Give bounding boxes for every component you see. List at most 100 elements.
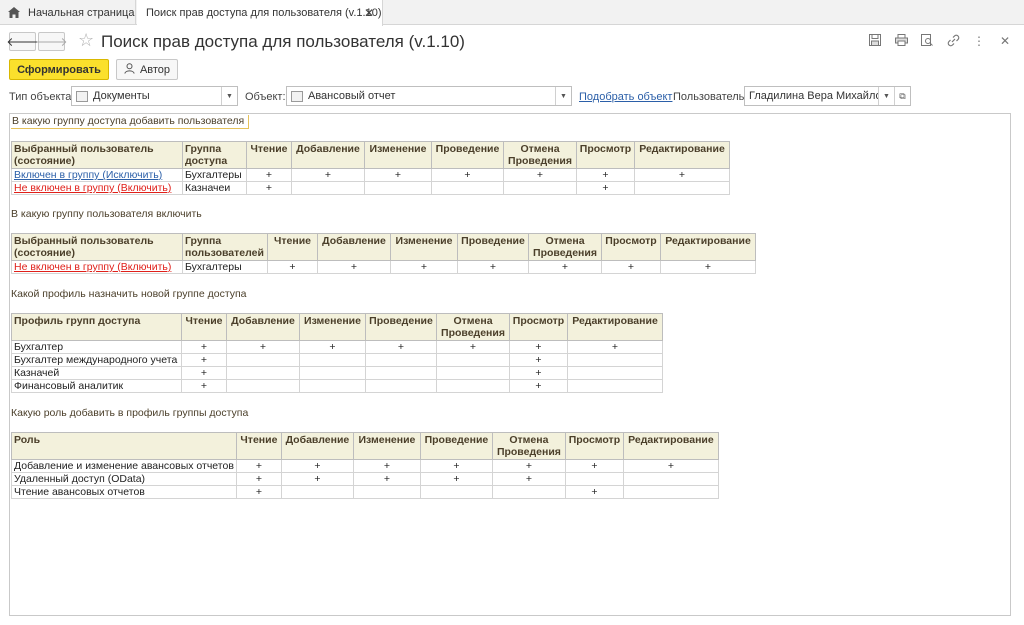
table-cell: +	[317, 260, 391, 274]
table-cell: +	[267, 260, 318, 274]
object-field[interactable]: Авансовый отчет ▼	[286, 86, 572, 106]
chevron-down-icon[interactable]: ▼	[221, 87, 237, 105]
favorite-star-icon[interactable]: ☆	[78, 30, 94, 51]
table-cell	[352, 485, 421, 499]
table-cell: +	[235, 459, 282, 473]
close-tab-icon[interactable]: ✕	[364, 6, 374, 20]
forward-button[interactable]: 🡒	[35, 32, 68, 51]
table-cell: +	[601, 260, 661, 274]
pick-object-link[interactable]: Подобрать объект	[579, 91, 672, 103]
column-header: Чтение	[181, 313, 227, 341]
column-header: Просмотр	[564, 432, 624, 460]
table-cell	[419, 485, 493, 499]
table-cell: +	[390, 260, 458, 274]
table-cell	[299, 353, 366, 367]
chevron-down-icon[interactable]: ▼	[878, 87, 894, 105]
user-field[interactable]: Гладилина Вера Михайлов ▼ ⧉	[744, 86, 911, 106]
table-row: Не включен в группу (Включить) Бухгалтер…	[11, 260, 756, 274]
column-header: Отмена Проведения	[436, 313, 510, 341]
column-header: Добавление	[291, 141, 365, 169]
table-cell: Бухгалтер международного учета	[11, 353, 182, 367]
section-title: В какую группу пользователя включить	[11, 208, 202, 220]
user-label: Пользователь:	[673, 91, 748, 103]
column-header: Отмена Проведения	[528, 233, 602, 261]
object-type-value: Документы	[93, 90, 150, 102]
link-icon[interactable]	[946, 34, 960, 48]
column-header: Выбранный пользователь (состояние)	[11, 141, 183, 169]
column-header: Изменение	[364, 141, 432, 169]
column-header: Редактирование	[622, 432, 719, 460]
print-icon[interactable]	[894, 34, 908, 48]
preview-icon[interactable]	[920, 34, 934, 48]
table-cell: Удаленный доступ (OData)	[11, 472, 237, 486]
table-cell	[226, 353, 300, 367]
table-row: Добавление и изменение авансовых отчетов…	[11, 459, 719, 473]
object-label: Объект:	[245, 91, 286, 103]
generate-button[interactable]: Сформировать	[9, 59, 109, 80]
table-row: Включен в группу (Исключить) Бухгалтеры …	[11, 168, 730, 182]
table-cell: +	[509, 340, 568, 354]
column-header: Добавление	[226, 313, 300, 341]
tab-home[interactable]: Начальная страница	[0, 0, 136, 25]
column-header: Профиль групп доступа	[11, 313, 182, 341]
table-cell	[622, 472, 719, 486]
table-cell	[299, 379, 366, 393]
object-type-field[interactable]: Документы ▼	[71, 86, 238, 106]
table-row: Не включен в группу (Включить) Казначеи …	[11, 181, 730, 195]
table-cell: +	[291, 168, 365, 182]
table-cell	[567, 379, 663, 393]
column-header: Проведение	[419, 432, 493, 460]
back-button[interactable]: 🡐	[6, 32, 39, 51]
table-cell: +	[226, 340, 300, 354]
table-cell	[567, 353, 663, 367]
user-group-table: Выбранный пользователь (состояние) Групп…	[11, 233, 756, 274]
include-in-group-link[interactable]: Не включен в группу (Включить)	[14, 261, 171, 273]
close-icon[interactable]: ✕	[998, 34, 1012, 48]
tab-access-search[interactable]: Поиск прав доступа для пользователя (v.1…	[137, 0, 383, 26]
document-icon	[291, 90, 303, 102]
table-cell: Добавление и изменение авансовых отчетов	[11, 459, 237, 473]
table-cell: Бухгалтеры	[182, 168, 247, 182]
column-header: Изменение	[299, 313, 366, 341]
table-cell	[291, 181, 365, 195]
more-icon[interactable]: ⋮	[972, 34, 986, 48]
table-cell: +	[567, 340, 663, 354]
table-cell	[299, 366, 366, 380]
include-in-group-link[interactable]: Не включен в группу (Включить)	[14, 182, 171, 194]
column-header: Изменение	[390, 233, 458, 261]
table-cell: +	[365, 340, 437, 354]
table-cell: Чтение авансовых отчетов	[11, 485, 237, 499]
home-icon	[8, 7, 20, 18]
author-button[interactable]: Автор	[116, 59, 178, 80]
table-cell: +	[364, 168, 432, 182]
table-cell: +	[509, 379, 568, 393]
table-cell: +	[436, 340, 510, 354]
column-header: Добавление	[317, 233, 391, 261]
table-cell: +	[576, 181, 635, 195]
table-row: Бухгалтер + + + + + + +	[11, 340, 663, 354]
table-cell: +	[660, 260, 756, 274]
table-cell: +	[235, 485, 282, 499]
table-cell: +	[181, 340, 227, 354]
table-cell	[436, 353, 510, 367]
table-cell: +	[181, 366, 227, 380]
exclude-from-group-link[interactable]: Включен в группу (Исключить)	[14, 169, 162, 181]
table-cell: +	[246, 181, 292, 195]
table-cell: +	[509, 353, 568, 367]
column-header: Отмена Проведения	[491, 432, 566, 460]
column-header: Просмотр	[509, 313, 568, 341]
table-cell: +	[352, 472, 421, 486]
table-cell: +	[246, 168, 292, 182]
column-header: Просмотр	[601, 233, 661, 261]
column-header: Роль	[11, 432, 237, 460]
author-button-label: Автор	[139, 63, 171, 76]
table-cell	[567, 366, 663, 380]
arrow-right-icon: 🡒	[35, 35, 68, 49]
save-icon[interactable]	[868, 34, 882, 48]
open-icon[interactable]: ⧉	[894, 87, 910, 105]
chevron-down-icon[interactable]: ▼	[555, 87, 571, 105]
table-cell	[365, 353, 437, 367]
column-header: Группа пользователей	[182, 233, 268, 261]
table-cell: Бухгалтер	[11, 340, 182, 354]
user-value: Гладилина Вера Михайлов	[749, 90, 878, 102]
